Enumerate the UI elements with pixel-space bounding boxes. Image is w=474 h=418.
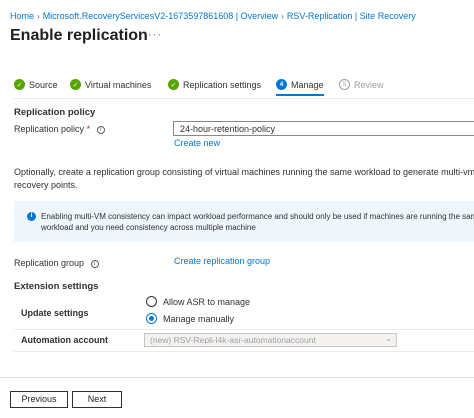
step-label: Manage bbox=[291, 79, 324, 90]
step-manage[interactable]: 4 Manage bbox=[276, 79, 324, 90]
replication-policy-label: Replication policy * i bbox=[14, 124, 105, 134]
breadcrumb-site-recovery[interactable]: RSV-Replication | Site Recovery bbox=[287, 11, 416, 21]
info-icon[interactable]: i bbox=[96, 125, 105, 134]
step-review[interactable]: 5 Review bbox=[339, 79, 384, 90]
update-settings-label: Update settings bbox=[21, 308, 89, 318]
divider bbox=[14, 351, 474, 352]
radio-manage-manually[interactable]: Manage manually bbox=[146, 313, 234, 324]
step-number-icon: 5 bbox=[339, 79, 350, 90]
step-number-icon: 4 bbox=[276, 79, 287, 90]
replication-policy-field[interactable]: 24-hour-retention-policy bbox=[173, 121, 474, 136]
replication-group-label: Replication group i bbox=[14, 258, 99, 268]
checkmark-icon: ✓ bbox=[14, 79, 25, 90]
info-banner: i Enabling multi-VM consistency can impa… bbox=[14, 201, 474, 242]
more-options-icon[interactable]: ··· bbox=[148, 29, 162, 41]
step-label: Review bbox=[354, 79, 384, 90]
automation-account-select[interactable]: (new) RSV-Repli-l4k-asr-automationaccoun… bbox=[144, 333, 397, 347]
create-new-policy-link[interactable]: Create new bbox=[174, 138, 220, 148]
divider bbox=[14, 98, 474, 99]
chevron-right-icon: › bbox=[281, 12, 284, 21]
next-button[interactable]: Next bbox=[72, 391, 122, 408]
active-step-indicator bbox=[276, 94, 324, 96]
breadcrumb-home[interactable]: Home bbox=[10, 11, 34, 21]
section-title-replication-policy: Replication policy bbox=[14, 107, 96, 118]
info-banner-text: Enabling multi-VM consistency can impact… bbox=[41, 212, 474, 232]
previous-button[interactable]: Previous bbox=[10, 391, 68, 408]
step-virtual-machines[interactable]: ✓ Virtual machines bbox=[70, 79, 151, 90]
replication-group-description: Optionally, create a replication group c… bbox=[14, 167, 474, 190]
step-label: Source bbox=[29, 79, 58, 90]
radio-allow-asr-to-manage[interactable]: Allow ASR to manage bbox=[146, 296, 250, 307]
checkmark-icon: ✓ bbox=[70, 79, 81, 90]
automation-account-label: Automation account bbox=[21, 335, 108, 345]
chevron-right-icon: › bbox=[37, 12, 40, 21]
footer-divider bbox=[0, 377, 474, 378]
create-replication-group-link[interactable]: Create replication group bbox=[174, 256, 270, 266]
step-label: Virtual machines bbox=[85, 79, 152, 90]
info-icon: i bbox=[27, 212, 36, 221]
radio-circle-selected[interactable] bbox=[146, 313, 157, 324]
wizard-steps: ✓ Source ✓ Virtual machines ✓ Replicatio… bbox=[14, 79, 474, 95]
step-replication-settings[interactable]: ✓ Replication settings bbox=[168, 79, 261, 90]
step-source[interactable]: ✓ Source bbox=[14, 79, 58, 90]
radio-circle[interactable] bbox=[146, 296, 157, 307]
section-title-extension-settings: Extension settings bbox=[14, 281, 99, 292]
chevron-down-icon: ⌄ bbox=[385, 334, 392, 343]
breadcrumb-vault-overview[interactable]: Microsoft.RecoveryServicesV2-16735978616… bbox=[43, 11, 278, 21]
checkmark-icon: ✓ bbox=[168, 79, 179, 90]
info-icon[interactable]: i bbox=[90, 259, 99, 268]
step-label: Replication settings bbox=[183, 79, 262, 90]
required-marker: * bbox=[86, 124, 91, 134]
page-title: Enable replication bbox=[10, 27, 148, 44]
divider bbox=[14, 329, 474, 330]
breadcrumb: Home › Microsoft.RecoveryServicesV2-167359… bbox=[10, 11, 416, 21]
